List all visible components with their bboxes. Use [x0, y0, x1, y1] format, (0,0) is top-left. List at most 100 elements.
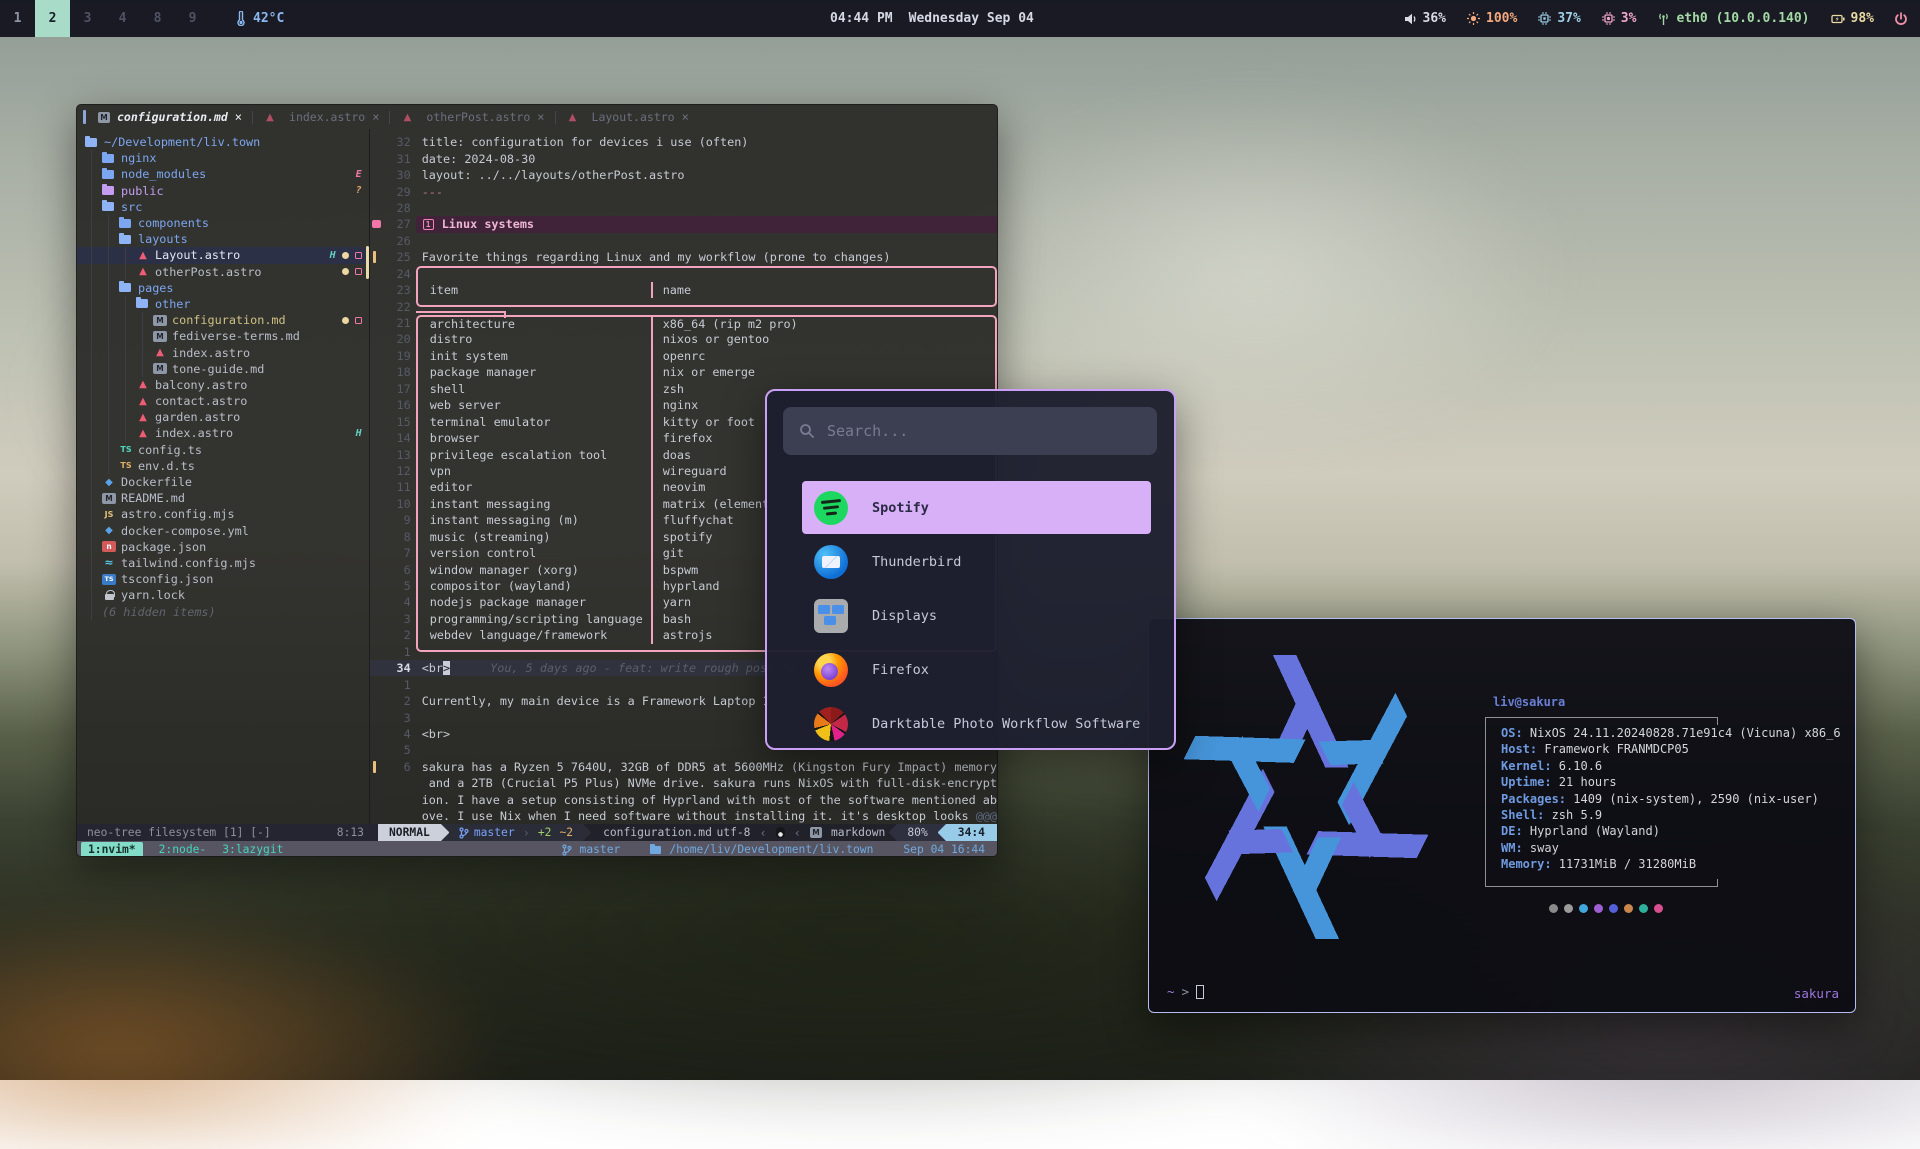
- workspace-8[interactable]: 8: [140, 0, 175, 37]
- statusline-file-segment: configuration.md utf-8 ‹ ‹ M markdown: [591, 824, 889, 841]
- clock-date: Wednesday Sep 04: [909, 11, 1034, 26]
- tree-item-other[interactable]: other: [77, 296, 369, 312]
- statusline-chevron: ‹: [759, 826, 766, 840]
- launcher-search-box[interactable]: [783, 407, 1157, 455]
- folder-open-icon: [85, 138, 97, 147]
- workspace-4[interactable]: 4: [105, 0, 140, 37]
- power-button[interactable]: [1894, 0, 1908, 37]
- tree-item-otherPost.astro[interactable]: ▲otherPost.astro: [77, 264, 369, 280]
- shell-prompt[interactable]: ~ >: [1167, 984, 1204, 999]
- terminal-cursor: [1196, 985, 1204, 999]
- tab-Layout.astro[interactable]: ▲Layout.astro×: [556, 105, 699, 129]
- tab-close-icon[interactable]: ×: [235, 110, 242, 124]
- module-cpu[interactable]: 37%: [1538, 11, 1580, 26]
- temperature-value: 42°C: [253, 11, 284, 26]
- table-cell-name: yarn: [651, 595, 691, 609]
- tree-item-label: tsconfig.json: [121, 572, 213, 586]
- folder-icon: [102, 186, 114, 195]
- tree-item-~Developmentliv.town[interactable]: ~/Development/liv.town: [77, 134, 369, 150]
- launcher-item-displays[interactable]: Displays: [802, 589, 1151, 642]
- module-brightness[interactable]: 100%: [1467, 11, 1517, 26]
- tab-label: Layout.astro: [592, 110, 675, 124]
- tree-item-tailwind.config.mjs[interactable]: ≈tailwind.config.mjs: [77, 555, 369, 571]
- launcher-item-thunderbird[interactable]: Thunderbird: [802, 535, 1151, 588]
- gutter-sign: [370, 545, 383, 561]
- tree-item-docker-compose.yml[interactable]: ◆docker-compose.yml: [77, 523, 369, 539]
- tree-item-Dockerfile[interactable]: ◆Dockerfile: [77, 474, 369, 490]
- launcher-item-spotify[interactable]: Spotify: [802, 481, 1151, 534]
- tab-configuration.md[interactable]: Mconfiguration.md×: [88, 105, 252, 129]
- table-cell-name: nix or emerge: [651, 365, 755, 379]
- line-number: 16: [383, 398, 411, 412]
- tab-close-icon[interactable]: ×: [372, 110, 379, 124]
- tree-item-astro.config.mjs[interactable]: JSastro.config.mjs: [77, 506, 369, 522]
- workspace-1[interactable]: 1: [0, 0, 35, 37]
- git-marker-?: ?: [356, 185, 362, 196]
- tree-item-index.astro[interactable]: ▲index.astro: [77, 344, 369, 360]
- tree-item-index.astro[interactable]: ▲index.astroH: [77, 425, 369, 441]
- tree-item-Layout.astro[interactable]: ▲Layout.astroH: [77, 247, 369, 263]
- git-status-markers: [342, 317, 362, 324]
- tree-item-pages[interactable]: pages: [77, 280, 369, 296]
- launcher-item-firefox[interactable]: Firefox: [802, 643, 1151, 696]
- module-volume[interactable]: 36%: [1404, 11, 1446, 26]
- spotify-icon: [814, 491, 848, 525]
- tree-item-tsconfig.json[interactable]: TStsconfig.json: [77, 571, 369, 587]
- tree-item-contact.astro[interactable]: ▲contact.astro: [77, 393, 369, 409]
- buffer-line: 28: [370, 200, 997, 216]
- gutter-sign: [370, 183, 383, 199]
- workspace-2[interactable]: 2: [35, 0, 70, 37]
- tmux-window-2node[interactable]: 2:node-: [159, 843, 207, 856]
- tmux-window-3lazygit[interactable]: 3:lazygit: [222, 843, 283, 856]
- tree-item-tone-guide.md[interactable]: Mtone-guide.md: [77, 361, 369, 377]
- tree-item-components[interactable]: components: [77, 215, 369, 231]
- gutter-sign: [370, 644, 383, 660]
- tab-close-icon[interactable]: ×: [537, 110, 544, 124]
- line-number: 1: [383, 678, 411, 692]
- workspace-9[interactable]: 9: [175, 0, 210, 37]
- line-number: 24: [383, 267, 411, 281]
- tree-item-yarn.lock[interactable]: yarn.lock: [77, 587, 369, 603]
- tree-scrollbar[interactable]: [366, 246, 369, 279]
- module-gpu[interactable]: 3%: [1602, 11, 1637, 26]
- tree-item-configuration.md[interactable]: Mconfiguration.md: [77, 312, 369, 328]
- tree-item-nodemodules[interactable]: node_modulesE: [77, 166, 369, 182]
- tree-item-src[interactable]: src: [77, 199, 369, 215]
- buffer-line: 26: [370, 233, 997, 249]
- tree-item-6hiddenitems[interactable]: (6 hidden items): [77, 603, 369, 619]
- git-modified-count: ~2: [559, 826, 573, 839]
- tree-item-nginx[interactable]: nginx: [77, 150, 369, 166]
- astro-icon: ▲: [136, 250, 150, 261]
- tree-item-env.d.ts[interactable]: TSenv.d.ts: [77, 458, 369, 474]
- tree-item-fediverse-terms.md[interactable]: Mfediverse-terms.md: [77, 328, 369, 344]
- tab-close-icon[interactable]: ×: [682, 110, 689, 124]
- module-battery[interactable]: 98%: [1831, 11, 1874, 26]
- fetch-field-label: Uptime:: [1501, 775, 1559, 789]
- tree-item-label: node_modules: [121, 167, 206, 181]
- tab-index.astro[interactable]: ▲index.astro×: [253, 105, 389, 129]
- line-number: 27: [383, 217, 411, 231]
- fetch-field-shell: Shell: zsh 5.9: [1501, 807, 1841, 823]
- tree-item-README.md[interactable]: MREADME.md: [77, 490, 369, 506]
- tmux-window-1nvim[interactable]: 1:nvim*: [81, 842, 143, 857]
- gutter-sign: [370, 561, 383, 577]
- neo-tree-statusline: neo-tree filesystem [1] [-] 8:13: [77, 824, 378, 841]
- tree-item-package.json[interactable]: npackage.json: [77, 539, 369, 555]
- npm-icon: n: [102, 541, 116, 552]
- gutter-sign: [370, 331, 383, 347]
- module-brightness-value: 100%: [1486, 11, 1517, 26]
- tree-item-garden.astro[interactable]: ▲garden.astro: [77, 409, 369, 425]
- tmux-right-status: master /home/liv/Development/liv.town Se…: [562, 843, 997, 856]
- tree-item-config.ts[interactable]: TSconfig.ts: [77, 442, 369, 458]
- search-input[interactable]: [827, 422, 1141, 440]
- tree-item-balcony.astro[interactable]: ▲balcony.astro: [77, 377, 369, 393]
- workspace-3[interactable]: 3: [70, 0, 105, 37]
- fetch-field-label: DE:: [1501, 824, 1530, 838]
- tree-item-layouts[interactable]: layouts: [77, 231, 369, 247]
- table-cell-name: doas: [651, 448, 691, 462]
- tree-item-label: layouts: [138, 232, 188, 246]
- tree-item-public[interactable]: public?: [77, 183, 369, 199]
- module-network[interactable]: eth0 (10.0.0.140): [1657, 11, 1809, 26]
- tab-otherPost.astro[interactable]: ▲otherPost.astro×: [390, 105, 554, 129]
- launcher-item-darktable[interactable]: Darktable Photo Workflow Software: [802, 697, 1151, 750]
